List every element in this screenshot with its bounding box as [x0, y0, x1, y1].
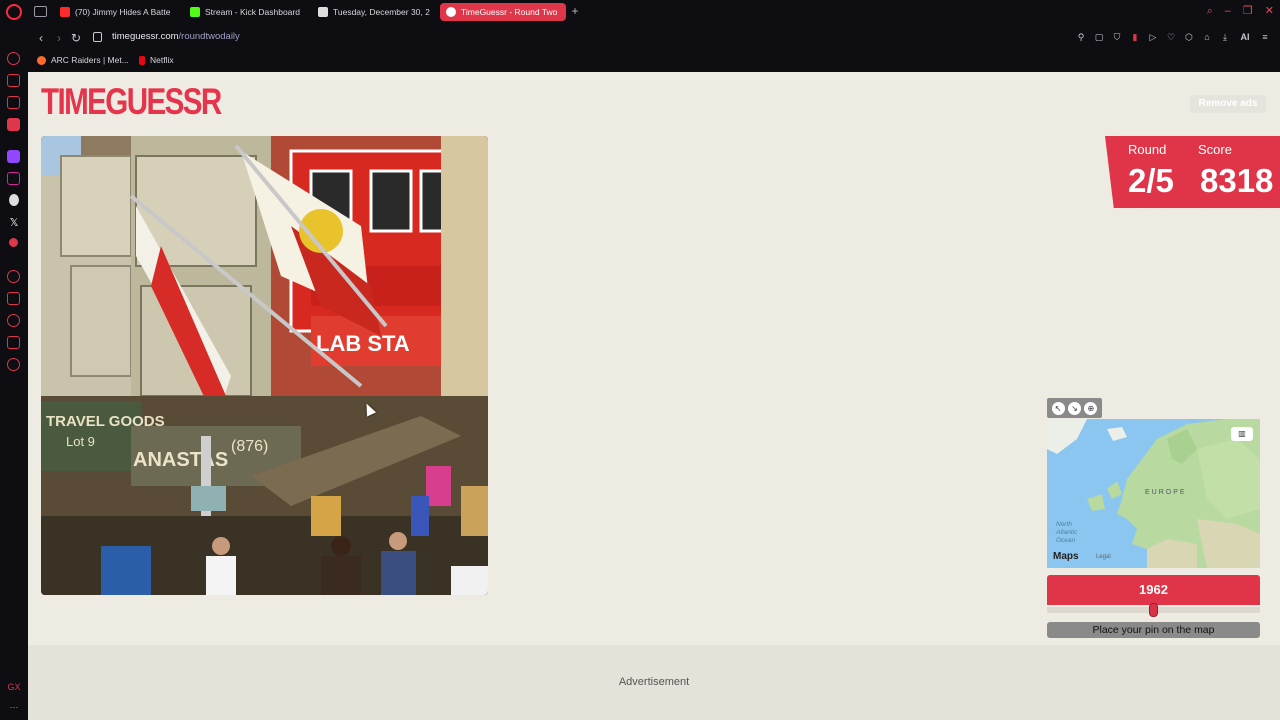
opera-menu-icon[interactable] — [6, 4, 22, 20]
address-bar: ‹ › ↻ timeguessr.com/roundtwodaily ⚲ ▢ ⛉… — [28, 24, 1280, 52]
map-region-label: EUROPE — [1145, 489, 1187, 496]
bookmark-arc-raiders[interactable]: ARC Raiders | Met... — [37, 55, 129, 65]
map-ocean-label: North Atlantic Ocean — [1056, 521, 1078, 544]
reload-icon[interactable]: ↻ — [69, 30, 83, 46]
tab-strip: (70) Jimmy Hides A Batte Stream - Kick D… — [0, 0, 1280, 24]
youtube-icon — [60, 7, 70, 17]
score-panel: Round Score 2/5 8318 — [1105, 136, 1280, 208]
toolbar-icons: ⚲ ▢ ⛉ ▮ ▷ ♡ ⬡ ⌂ ⤓ AI ≡ — [1076, 31, 1270, 43]
year-slider-handle[interactable] — [1149, 603, 1158, 617]
workspaces-icon[interactable] — [34, 6, 47, 17]
place-pin-button[interactable]: Place your pin on the map — [1047, 622, 1260, 638]
x-icon[interactable]: 𝕏 — [0, 216, 28, 229]
new-tab-button[interactable]: + — [569, 4, 581, 18]
search-icon[interactable]: ⌕ — [1207, 4, 1213, 18]
tiktok-icon[interactable] — [9, 194, 19, 206]
forward-icon[interactable]: › — [52, 30, 66, 46]
tab-youtube[interactable]: (70) Jimmy Hides A Batte — [54, 3, 178, 21]
advertisement-area: Advertisement — [28, 645, 1280, 720]
url-field[interactable]: timeguessr.com/roundtwodaily — [112, 31, 240, 42]
extensions-icon[interactable] — [7, 336, 20, 349]
heart-icon[interactable]: ♡ — [1166, 31, 1176, 43]
score-label: Score — [1198, 142, 1232, 157]
pin-page-icon[interactable]: ⚲ — [1076, 31, 1086, 43]
shrink-icon[interactable]: ↘ — [1067, 401, 1081, 415]
advertisement-label: Advertisement — [618, 676, 690, 688]
map-legal-link[interactable]: Legal — [1096, 554, 1111, 560]
svg-text:ANASTAS: ANASTAS — [133, 449, 228, 471]
svg-text:(876): (876) — [231, 438, 268, 455]
browser-sidebar: 𝕏 GX ··· — [0, 24, 28, 720]
account-icon[interactable]: ⌂ — [1202, 31, 1212, 43]
round-photo: LAB STA TRAVEL GOODS Lot 9 ANASTAS (876) — [41, 136, 488, 595]
music-icon[interactable] — [9, 238, 18, 247]
ai-icon[interactable]: AI — [1238, 31, 1252, 43]
play-icon[interactable]: ▷ — [1148, 31, 1158, 43]
kick-icon — [190, 7, 200, 17]
netflix-icon — [139, 55, 145, 65]
minimize-icon[interactable]: – — [1225, 4, 1231, 18]
close-icon[interactable]: ✕ — [1265, 4, 1274, 18]
settings-icon[interactable] — [7, 358, 20, 371]
snapshot-icon[interactable]: ▢ — [1094, 31, 1104, 43]
tab-kick[interactable]: Stream - Kick Dashboard — [184, 3, 306, 21]
shield-icon[interactable]: ⛉ — [1112, 31, 1122, 43]
bookmark-netflix[interactable]: Netflix — [139, 55, 174, 65]
timeguessr-logo[interactable]: TIMEGUESSR — [41, 82, 222, 122]
calendar-icon — [318, 7, 328, 17]
menu-icon[interactable]: ≡ — [1260, 31, 1270, 43]
tab-timeguessr[interactable]: TimeGuessr - Round Two — [440, 3, 566, 21]
gx-label: GX — [7, 682, 21, 692]
twitch-icon[interactable] — [7, 150, 20, 163]
svg-text:Lot 9: Lot 9 — [66, 434, 95, 449]
year-display: 1962 — [1047, 575, 1260, 605]
player-icon[interactable] — [7, 270, 20, 283]
arc-raiders-icon — [37, 55, 46, 65]
expand-icon[interactable]: ↖ — [1051, 401, 1065, 415]
map-layers-button[interactable]: ▥ — [1231, 427, 1253, 441]
map-resize-controls: ↖ ↘ ⊕ — [1047, 398, 1102, 418]
pin-icon[interactable] — [7, 292, 20, 305]
tab-calendar[interactable]: Tuesday, December 30, 2 — [312, 3, 436, 21]
mail-icon[interactable] — [7, 118, 20, 131]
instagram-icon[interactable] — [7, 172, 20, 185]
lock-icon[interactable] — [93, 32, 102, 42]
back-icon[interactable]: ‹ — [34, 30, 48, 46]
bag-icon[interactable] — [7, 74, 20, 87]
guess-map[interactable]: ▥ EUROPE North Atlantic Ocean Maps Legal — [1047, 419, 1260, 568]
more-icon[interactable]: ··· — [0, 702, 28, 712]
refresh-icon[interactable] — [7, 52, 20, 65]
bookmarks-bar: ARC Raiders | Met... Netflix — [28, 52, 1280, 72]
download-icon[interactable]: ⤓ — [1220, 31, 1230, 43]
extensions-puzzle-icon[interactable]: ⬡ — [1184, 31, 1194, 43]
timeguessr-page: TIMEGUESSR Remove ads LAB STA TRAVEL GOO… — [28, 72, 1280, 720]
svg-text:LAB STA: LAB STA — [316, 331, 410, 356]
restore-icon[interactable]: ❐ — [1243, 4, 1253, 18]
vpn-icon[interactable]: ▮ — [1130, 31, 1140, 43]
apple-maps-brand: Maps — [1053, 551, 1079, 562]
remove-ads-button[interactable]: Remove ads — [1190, 95, 1266, 113]
timeguessr-icon — [446, 7, 456, 17]
round-value: 2/5 — [1128, 162, 1174, 199]
round-label: Round — [1128, 142, 1167, 157]
news-icon[interactable] — [7, 96, 20, 109]
window-controls: ⌕ – ❐ ✕ — [1207, 4, 1274, 18]
history-icon[interactable] — [7, 314, 20, 327]
pin-map-icon[interactable]: ⊕ — [1084, 401, 1098, 415]
score-value: 8318 — [1200, 162, 1274, 199]
street-scene-illustration: LAB STA TRAVEL GOODS Lot 9 ANASTAS (876) — [41, 136, 488, 595]
